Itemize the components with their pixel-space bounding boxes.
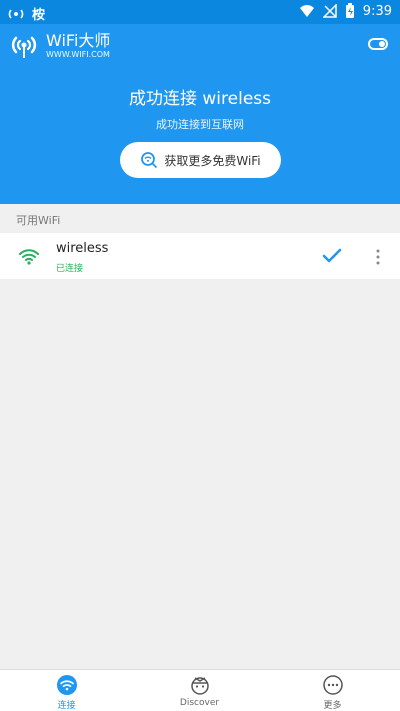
- tab-connect[interactable]: 连接: [0, 670, 133, 711]
- check-icon: [322, 248, 342, 263]
- wifi-toggle[interactable]: [368, 38, 388, 50]
- tab-label: 连接: [57, 701, 76, 711]
- more-options-icon[interactable]: [370, 247, 386, 267]
- tab-label: 更多: [323, 701, 342, 711]
- brand-text: WiFi大师 WWW.WIFI.COM: [46, 32, 110, 60]
- hotspot-icon: [8, 8, 24, 19]
- more-dots-icon: [322, 675, 343, 695]
- connection-title: 成功连接 wireless: [128, 89, 271, 109]
- header: WiFi大师 WWW.WIFI.COM 成功连接 wireless 成功连接到互…: [0, 24, 400, 204]
- available-wifi-label: 可用WiFi: [16, 214, 61, 227]
- tab-label: Discover: [179, 698, 220, 708]
- wifi-name: wireless: [56, 241, 109, 256]
- wifi-search-icon: [141, 152, 158, 169]
- status-right: 9:39: [299, 3, 392, 19]
- get-more-free-wifi-button[interactable]: 获取更多免费WiFi: [120, 142, 281, 178]
- tab-discover[interactable]: Discover: [133, 670, 266, 711]
- discover-icon: [190, 677, 209, 695]
- wifi-signal-icon: [299, 5, 314, 17]
- status-left: 桉: [8, 4, 45, 23]
- wifi-icon: [19, 249, 39, 265]
- tab-more[interactable]: 更多: [266, 670, 399, 711]
- wifi-master-logo-icon: [11, 36, 37, 58]
- no-signal-icon: [322, 4, 337, 18]
- status-left-label: 桉: [32, 8, 46, 23]
- app-url: WWW.WIFI.COM: [46, 50, 110, 59]
- clock: 9:39: [362, 3, 392, 19]
- wifi-list-item[interactable]: wireless 已连接: [0, 232, 400, 280]
- connection-subtitle: 成功连接到互联网: [156, 118, 244, 131]
- wifi-status: 已连接: [56, 264, 84, 274]
- brand: WiFi大师 WWW.WIFI.COM: [10, 32, 110, 60]
- app-name: WiFi大师: [46, 31, 111, 50]
- cta-label: 获取更多免费WiFi: [164, 153, 261, 168]
- status-bar: 桉 9:39: [0, 0, 400, 24]
- battery-icon: [345, 3, 354, 18]
- bottom-tab-bar: 连接 Discover 更多: [0, 669, 400, 711]
- wifi-icon: [56, 675, 77, 695]
